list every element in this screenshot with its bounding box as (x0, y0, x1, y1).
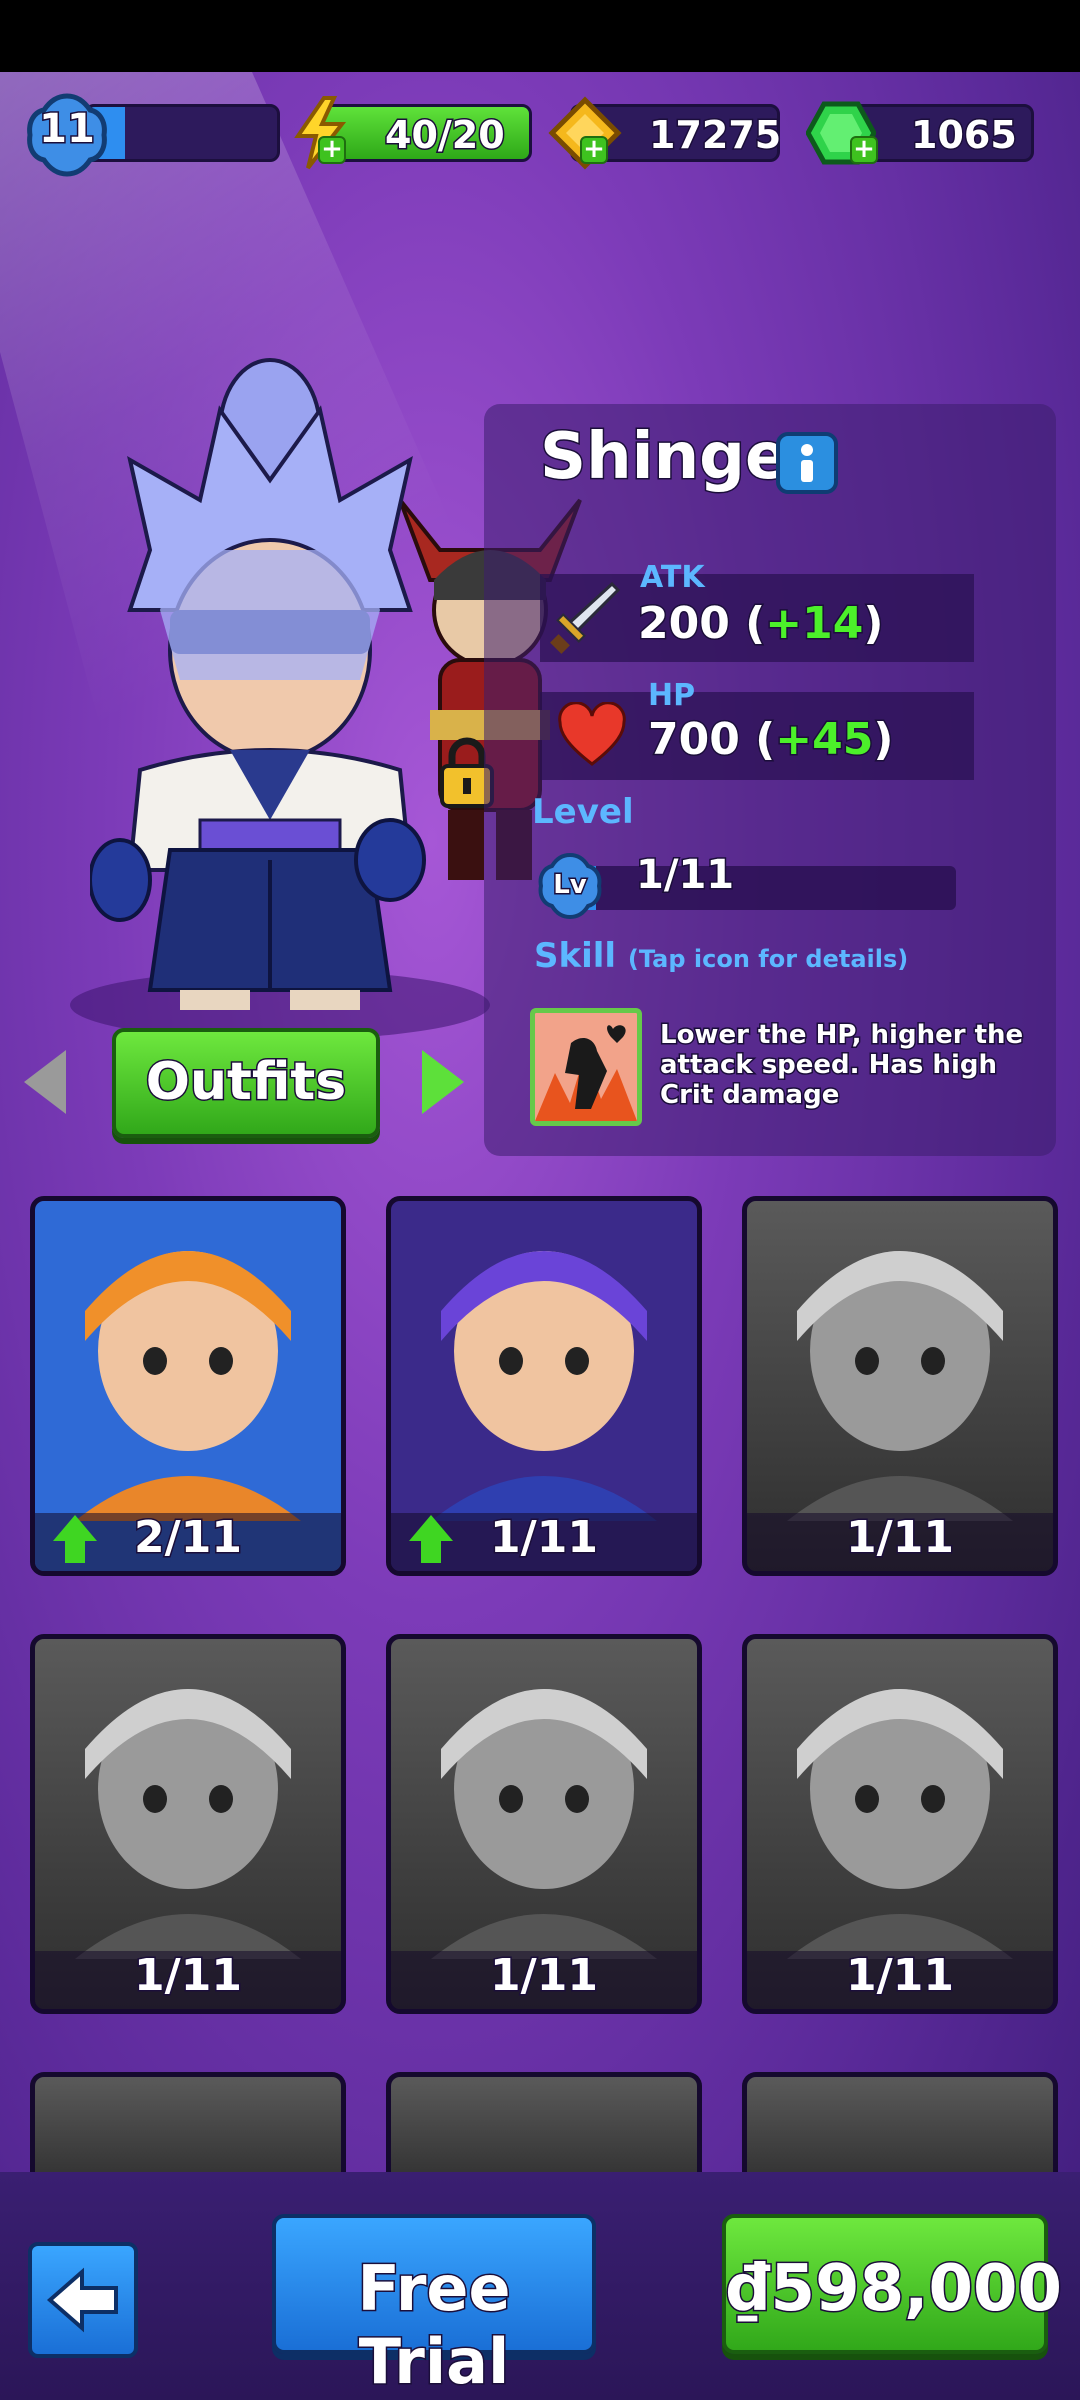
roster-card[interactable]: 2/11 (30, 1196, 346, 1576)
next-hero-arrow[interactable] (422, 1050, 464, 1114)
shingen-hero-figure[interactable] (90, 350, 450, 1030)
roster-card[interactable]: 1/11 (30, 1634, 346, 2014)
skill-description: Lower the HP, higher the attack speed. H… (659, 1019, 1025, 1112)
roster-card-count: 1/11 (845, 1949, 956, 2003)
back-button[interactable] (28, 2242, 138, 2358)
atk-value: 200 (+14) (636, 597, 885, 651)
hero-portrait-icon (787, 1689, 1013, 1959)
roster-card-count: 1/11 (845, 1511, 956, 1565)
roster-card-count: 1/11 (133, 1949, 244, 2003)
skill-hint: (Tap icon for details) (627, 945, 909, 973)
info-icon (801, 444, 813, 482)
hero-portrait-icon (75, 1689, 301, 1959)
hp-label: HP (648, 678, 696, 713)
status-bar (0, 0, 1080, 72)
level-badge: Lv (536, 852, 604, 920)
level-progress-track (560, 866, 956, 910)
hero-info-button[interactable] (776, 432, 838, 494)
skill-icon-button[interactable] (530, 1008, 642, 1126)
skill-burst-icon (535, 1013, 637, 1121)
roster-card-count: 2/11 (133, 1511, 244, 1565)
player-level-text: 11 (38, 105, 97, 154)
skill-label: Skill (Tap icon for details) (534, 936, 909, 976)
gem-add-icon[interactable]: + (850, 136, 878, 164)
hp-value: 700 (+45) (646, 713, 895, 767)
xp-bar (84, 104, 280, 162)
atk-bonus: +14 (764, 597, 865, 651)
hero-portrait-icon (431, 1689, 657, 1959)
energy-value: 40/20 (384, 112, 507, 159)
roster-card-count: 1/11 (489, 1511, 600, 1565)
level-value: 1/11 (634, 851, 735, 900)
hero-portrait-icon (75, 1251, 301, 1521)
gem-value: 1065 (910, 112, 1019, 159)
roster-card-count: 1/11 (489, 1949, 600, 2003)
roster-card[interactable]: 1/11 (386, 1196, 702, 1576)
outfits-button[interactable]: Outfits (112, 1028, 380, 1138)
hp-bonus: +45 (774, 713, 875, 767)
heart-icon (558, 702, 626, 766)
player-level-badge[interactable]: 11 (24, 92, 110, 178)
gold-add-icon[interactable]: + (580, 136, 608, 164)
hero-portrait-icon (787, 1251, 1013, 1521)
roster-card[interactable]: 1/11 (742, 1634, 1058, 2014)
gold-value: 17275 (647, 112, 782, 159)
previous-hero-arrow[interactable] (24, 1050, 66, 1114)
back-arrow-icon (46, 2267, 118, 2333)
energy-counter[interactable]: 40/20 (318, 104, 532, 162)
atk-label: ATK (640, 560, 705, 595)
hero-portrait-icon (431, 1251, 657, 1521)
purchase-price-button[interactable]: ₫598,000 (722, 2214, 1064, 2354)
roster-card[interactable]: 1/11 (386, 1634, 702, 2014)
free-trial-button[interactable]: Free Trial (272, 2214, 596, 2400)
sword-icon (550, 581, 620, 654)
level-badge-text: Lv (552, 869, 589, 902)
energy-add-icon[interactable]: + (318, 136, 346, 164)
roster-card[interactable]: 1/11 (742, 1196, 1058, 1576)
level-label: Level (532, 792, 634, 832)
